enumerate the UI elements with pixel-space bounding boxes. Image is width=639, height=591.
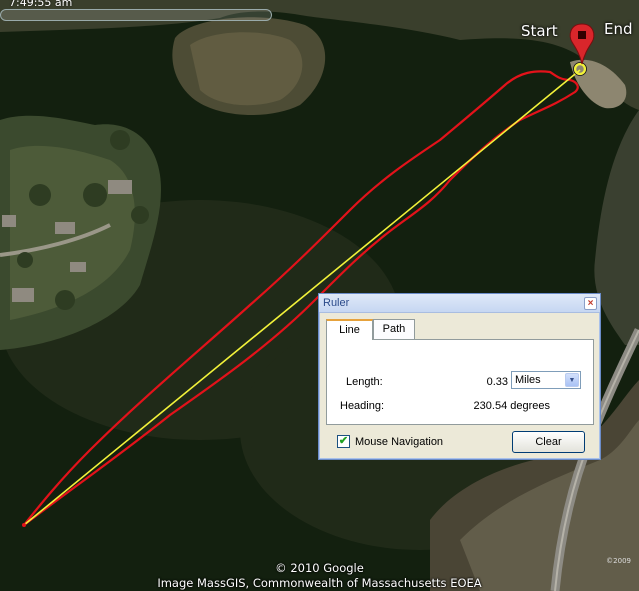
time-slider[interactable]	[0, 9, 272, 21]
end-placemark-label[interactable]: End	[604, 20, 633, 38]
start-placemark-label[interactable]: Start	[521, 22, 558, 40]
ruler-line-panel: Length: 0.33 Miles ▼ Heading: 230.54 deg…	[326, 339, 594, 425]
close-icon[interactable]: ×	[584, 297, 597, 310]
corner-credit: ©2009	[606, 557, 631, 565]
length-label: Length:	[346, 376, 383, 388]
heading-value: 230.54 degrees	[473, 400, 550, 412]
clear-button[interactable]: Clear	[512, 431, 585, 453]
ruler-titlebar[interactable]: Ruler ×	[319, 294, 600, 313]
heading-label: Heading:	[340, 400, 385, 412]
copyright-credit: © 2010 Google	[275, 561, 364, 575]
mouse-navigation-checkbox[interactable]: ✔	[337, 435, 350, 448]
imagery-credit: Image MassGIS, Commonwealth of Massachus…	[157, 576, 482, 590]
tab-line[interactable]: Line	[326, 319, 373, 340]
tab-path[interactable]: Path	[373, 319, 415, 339]
checkmark-icon: ✔	[338, 435, 349, 447]
units-dropdown[interactable]: Miles ▼	[511, 371, 581, 389]
units-selected-value: Miles	[515, 374, 541, 386]
chevron-down-icon[interactable]: ▼	[565, 373, 579, 387]
time-slider-label: 7:49:55 am	[9, 0, 73, 9]
length-value: 0.33	[486, 376, 508, 388]
mouse-navigation-label[interactable]: Mouse Navigation	[355, 436, 443, 448]
ruler-title: Ruler	[323, 297, 350, 309]
ruler-dialog: Ruler × Line Path Length: 0.33 Miles ▼ H…	[318, 293, 601, 460]
